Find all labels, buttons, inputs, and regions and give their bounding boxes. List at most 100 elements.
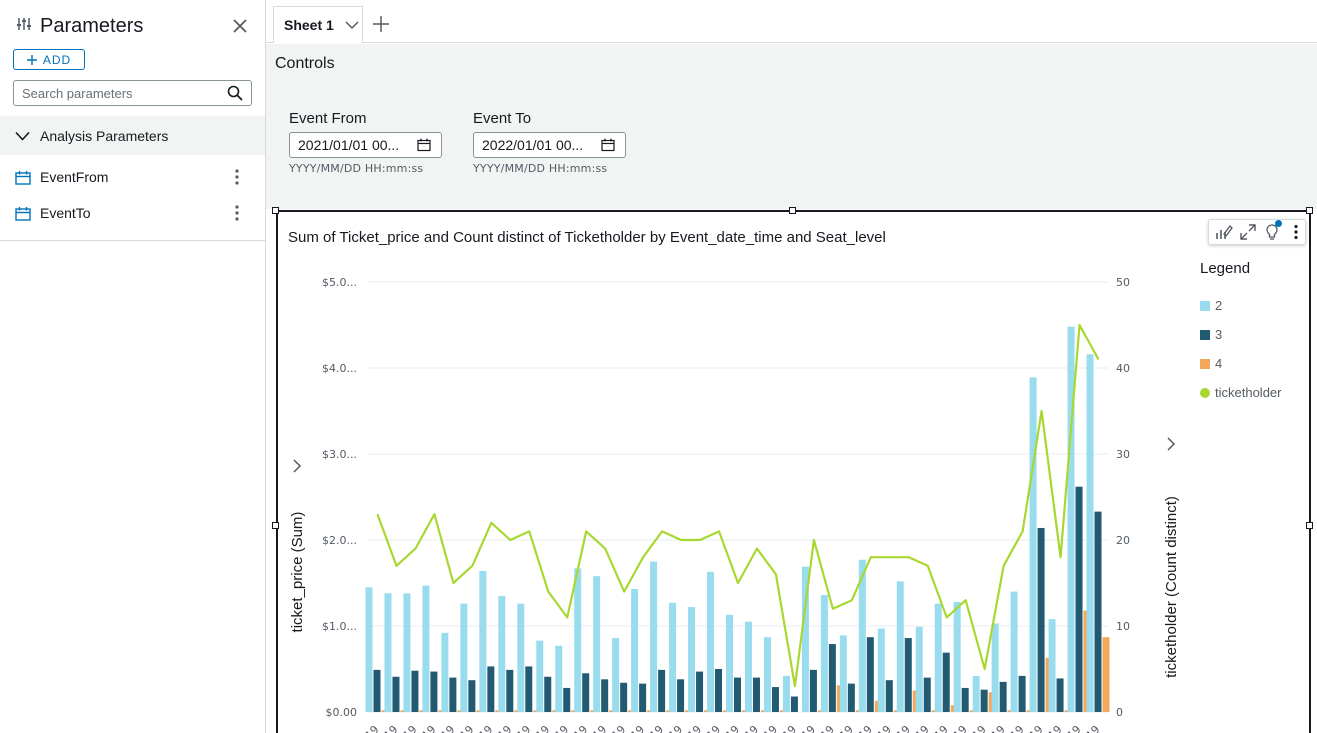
bar-series-3 [790, 696, 798, 712]
legend-item-2[interactable]: 2 [1200, 291, 1281, 320]
format-visual-icon[interactable] [1215, 223, 1233, 241]
parameters-header: Parameters [16, 12, 143, 40]
legend-item-3[interactable]: 3 [1200, 320, 1281, 349]
legend-label: ticketholder [1215, 385, 1282, 400]
chevron-down-icon[interactable] [344, 17, 360, 36]
x-tick-label: 19 [723, 723, 742, 733]
y2-tick-label: 30 [1116, 448, 1130, 461]
legend-item-ticketholder[interactable]: ticketholder [1200, 378, 1281, 407]
x-tick-label: 19 [932, 723, 951, 733]
y-tick-label: $3.0... [322, 448, 357, 461]
bar-series-2 [460, 603, 468, 712]
bar-series-3 [1018, 675, 1026, 712]
bar-series-2 [384, 593, 392, 712]
bar-series-2 [669, 602, 677, 712]
legend-swatch [1200, 300, 1210, 311]
bar-series-3 [734, 677, 741, 712]
x-tick-label: 19 [609, 723, 628, 733]
legend-swatch [1200, 358, 1210, 369]
x-tick-label: 19 [666, 723, 685, 733]
event-from-date-input[interactable]: 2021/01/01 00... [289, 132, 442, 158]
y-tick-label: $2.0... [322, 534, 357, 547]
x-tick-label: 19 [363, 723, 382, 733]
legend-item-4[interactable]: 4 [1200, 349, 1281, 378]
y2-tick-label: 0 [1116, 706, 1123, 719]
more-options-icon[interactable] [230, 168, 244, 186]
x-tick-label: 19 [438, 723, 457, 733]
bar-series-3 [620, 682, 628, 712]
analysis-parameters-section[interactable]: Analysis Parameters [0, 116, 265, 155]
y2-tick-label: 20 [1116, 534, 1130, 547]
close-icon [233, 19, 247, 33]
more-options-icon[interactable] [1287, 223, 1305, 241]
bar-series-3 [923, 677, 931, 712]
plus-icon [26, 54, 37, 65]
close-panel-button[interactable] [230, 16, 250, 36]
resize-handle[interactable] [1306, 207, 1313, 214]
parameter-item-eventto[interactable]: EventTo [0, 196, 265, 230]
x-tick-label: 19 [685, 723, 704, 733]
resize-handle[interactable] [272, 207, 279, 214]
chart-legend: Legend 2 3 4 ticketholder [1200, 260, 1281, 407]
visual-toolbar [1208, 219, 1306, 245]
bar-series-3 [658, 669, 666, 712]
y2-axis-title: ticketholder (Count distinct) [1163, 496, 1180, 678]
bar-series-3 [847, 683, 855, 712]
chart-visual[interactable]: $0.00 $1.0... $2.0... $3.0... $4.0... $5.0...… [276, 210, 1311, 733]
bar-series-4 [1102, 637, 1110, 712]
bar-series-3 [525, 666, 533, 712]
calendar-icon[interactable] [417, 138, 431, 155]
x-tick-label: 19 [856, 723, 875, 733]
y-tick-label: $0.00 [326, 706, 358, 719]
x-tick-label: 19 [951, 723, 970, 733]
bar-series-2 [422, 585, 430, 712]
visual-title: Sum of Ticket_price and Count distinct o… [288, 229, 886, 246]
insights-lightbulb-icon[interactable] [1263, 220, 1282, 241]
x-tick-label: 19 [1027, 723, 1046, 733]
calendar-icon[interactable] [601, 138, 615, 155]
resize-handle[interactable] [272, 522, 279, 529]
bar-series-3 [771, 687, 779, 712]
add-sheet-button[interactable] [372, 15, 390, 33]
more-options-icon[interactable] [230, 204, 244, 222]
bar-series-2 [498, 595, 506, 712]
x-tick-label: 19 [780, 723, 799, 733]
bar-series-2 [707, 571, 715, 712]
x-tick-label: 19 [647, 723, 666, 733]
bar-series-2 [650, 561, 658, 712]
search-parameters-input[interactable] [22, 81, 222, 105]
parameter-item-eventfrom[interactable]: EventFrom [0, 160, 265, 194]
bar-series-3 [506, 669, 514, 712]
event-to-date-input[interactable]: 2022/01/01 00... [473, 132, 626, 158]
x-tick-label: 19 [533, 723, 552, 733]
bar-series-2 [763, 637, 771, 712]
x-tick-label: 19 [970, 723, 989, 733]
x-tick-label: 19 [799, 723, 818, 733]
resize-handle[interactable] [1306, 522, 1313, 529]
bar-series-2 [612, 638, 620, 712]
date-format-hint: YYYY/MM/DD HH:mm:ss [473, 162, 608, 175]
x-tick-label: 19 [514, 723, 533, 733]
control-label: Event From [289, 110, 367, 127]
tab-sheet-1[interactable]: Sheet 1 [273, 6, 363, 43]
search-icon[interactable] [227, 85, 243, 106]
x-tick-label: 19 [913, 723, 932, 733]
x-tick-label: 19 [457, 723, 476, 733]
x-tick-label: 19 [1065, 723, 1084, 733]
bar-series-3 [563, 687, 571, 712]
bar-series-3 [866, 637, 874, 712]
bar-series-2 [1048, 619, 1056, 712]
resize-handle[interactable] [789, 207, 796, 214]
bar-series-2 [1010, 591, 1018, 712]
legend-label: 3 [1215, 327, 1223, 342]
bar-series-3 [1075, 486, 1083, 712]
parameter-label: EventFrom [40, 169, 109, 185]
notification-dot-icon [1275, 220, 1282, 227]
bar-series-2 [896, 581, 904, 712]
x-tick-label: 19 [400, 723, 419, 733]
expand-icon[interactable] [1239, 223, 1257, 241]
date-value: 2021/01/01 00... [298, 137, 400, 153]
bar-series-2 [536, 640, 544, 712]
add-parameter-button[interactable]: ADD [13, 49, 85, 70]
bar-series-2 [688, 607, 696, 712]
